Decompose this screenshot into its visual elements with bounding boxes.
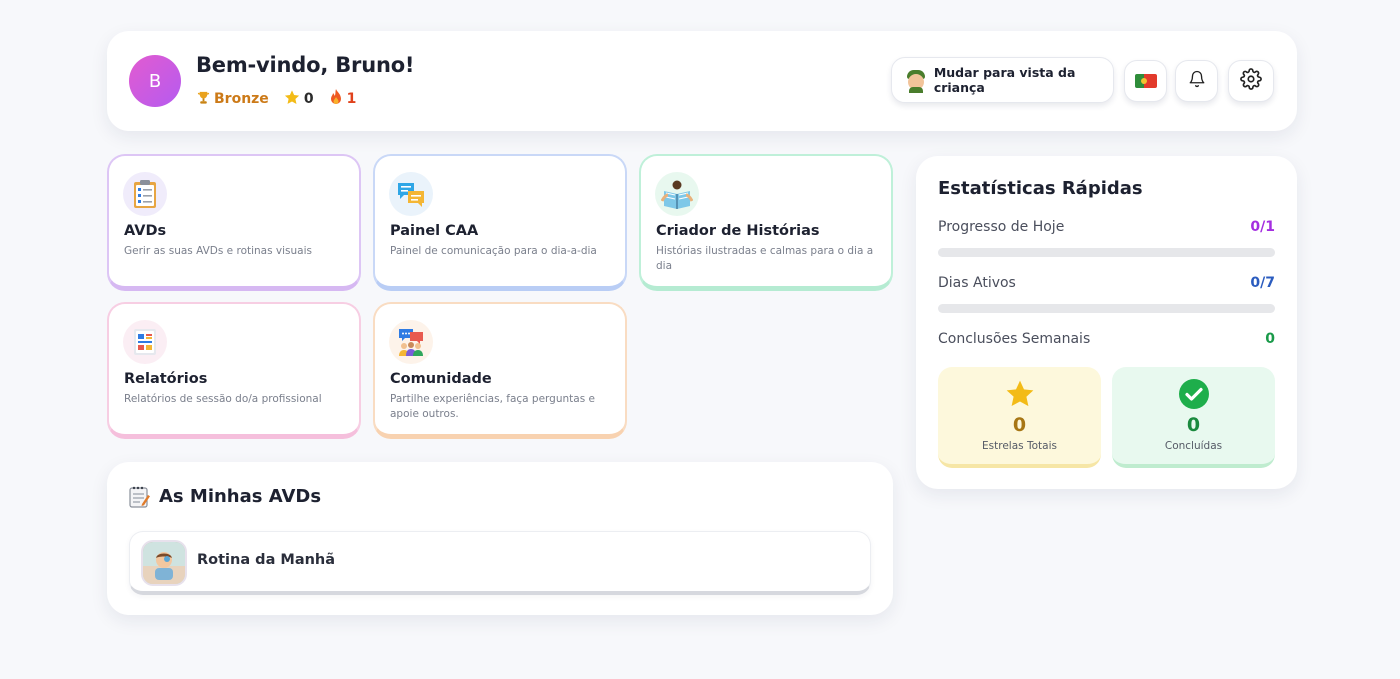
card-comunidade[interactable]: Comunidade Partilhe experiências, faça p… <box>373 302 627 439</box>
rank-label: Bronze <box>214 91 269 107</box>
portugal-flag-icon <box>1134 74 1157 88</box>
card-title: Criador de Histórias <box>656 223 820 239</box>
my-avds-title: As Minhas AVDs <box>159 486 322 507</box>
quick-stats-title: Estatísticas Rápidas <box>938 178 1143 199</box>
settings-button[interactable] <box>1228 60 1274 102</box>
card-criador-de-historias[interactable]: Criador de Histórias Histórias ilustrada… <box>639 154 893 291</box>
community-icon <box>389 320 433 364</box>
weekly-completions-value: 0 <box>1265 331 1275 347</box>
completed-label: Concluídas <box>1164 440 1223 452</box>
switch-label: Mudar para vista da criança <box>933 65 1076 95</box>
card-painel-caa[interactable]: Painel CAA Painel de comunicação para o … <box>373 154 627 291</box>
total-stars-value: 0 <box>1012 414 1027 436</box>
my-avds-panel: As Minhas AVDs Rotina da Manhã <box>107 462 893 615</box>
story-book-icon <box>655 172 699 216</box>
card-title: Relatórios <box>124 371 208 387</box>
header-bar: B Bem-vindo, Bruno! Bronze 0 1 Mudar par… <box>107 31 1297 131</box>
check-circle-icon <box>1178 378 1210 410</box>
quick-stats-panel: Estatísticas Rápidas Progresso de Hoje 0… <box>916 156 1297 489</box>
card-description: Histórias ilustradas e calmas para o dia… <box>656 245 874 272</box>
card-relatorios[interactable]: Relatórios Relatórios de sessão do/a pro… <box>107 302 361 439</box>
avd-item[interactable]: Rotina da Manhã <box>129 531 871 595</box>
card-title: AVDs <box>124 223 167 239</box>
bell-icon <box>1188 70 1206 92</box>
rank-badge: Bronze <box>196 90 269 109</box>
notepad-icon <box>129 486 150 508</box>
active-days-bar <box>938 304 1275 313</box>
total-stars-tile: 0 Estrelas Totais <box>938 367 1101 468</box>
weekly-completions-label: Conclusões Semanais <box>938 331 1091 347</box>
weekly-completions-row: Conclusões Semanais 0 <box>938 331 1275 347</box>
fire-icon <box>328 88 344 110</box>
card-description: Partilhe experiências, faça perguntas e … <box>390 393 595 420</box>
child-icon <box>904 68 926 93</box>
today-progress-value: 0/1 <box>1250 219 1275 235</box>
routine-thumbnail <box>141 540 187 586</box>
active-days-label: Dias Ativos <box>938 275 1016 291</box>
card-description: Gerir as suas AVDs e rotinas visuais <box>124 245 313 257</box>
completed-value: 0 <box>1186 414 1201 436</box>
today-progress-row: Progresso de Hoje 0/1 <box>938 219 1275 235</box>
switch-to-child-view-button[interactable]: Mudar para vista da criança <box>891 57 1114 103</box>
card-title: Comunidade <box>390 371 492 387</box>
total-stars-label: Estrelas Totais <box>982 440 1057 452</box>
user-meta: Bronze 0 1 <box>196 88 370 110</box>
active-days-row: Dias Ativos 0/7 <box>938 275 1275 291</box>
gear-icon <box>1240 68 1262 94</box>
today-progress-label: Progresso de Hoje <box>938 219 1065 235</box>
card-description: Painel de comunicação para o dia-a-dia <box>390 245 597 257</box>
report-icon <box>123 320 167 364</box>
card-title: Painel CAA <box>390 223 479 239</box>
active-days-value: 0/7 <box>1250 275 1275 291</box>
avd-item-label: Rotina da Manhã <box>197 552 336 568</box>
star-icon <box>1004 378 1036 410</box>
avatar-initial: B <box>148 70 162 92</box>
today-progress-bar <box>938 248 1275 257</box>
star-icon <box>283 89 301 110</box>
notifications-button[interactable] <box>1175 60 1218 102</box>
chat-bubbles-icon <box>389 172 433 216</box>
avatar[interactable]: B <box>129 55 181 107</box>
card-description: Relatórios de sessão do/a profissional <box>124 393 322 405</box>
welcome-title: Bem-vindo, Bruno! <box>196 53 415 77</box>
completed-tile: 0 Concluídas <box>1112 367 1275 468</box>
language-button[interactable] <box>1124 60 1167 102</box>
stars-value: 0 <box>303 91 314 107</box>
trophy-icon <box>196 90 211 109</box>
checklist-icon <box>123 172 167 216</box>
stars-count: 0 <box>283 89 314 110</box>
streak-count: 1 <box>328 88 357 110</box>
card-avds[interactable]: AVDs Gerir as suas AVDs e rotinas visuai… <box>107 154 361 291</box>
streak-value: 1 <box>346 91 357 107</box>
